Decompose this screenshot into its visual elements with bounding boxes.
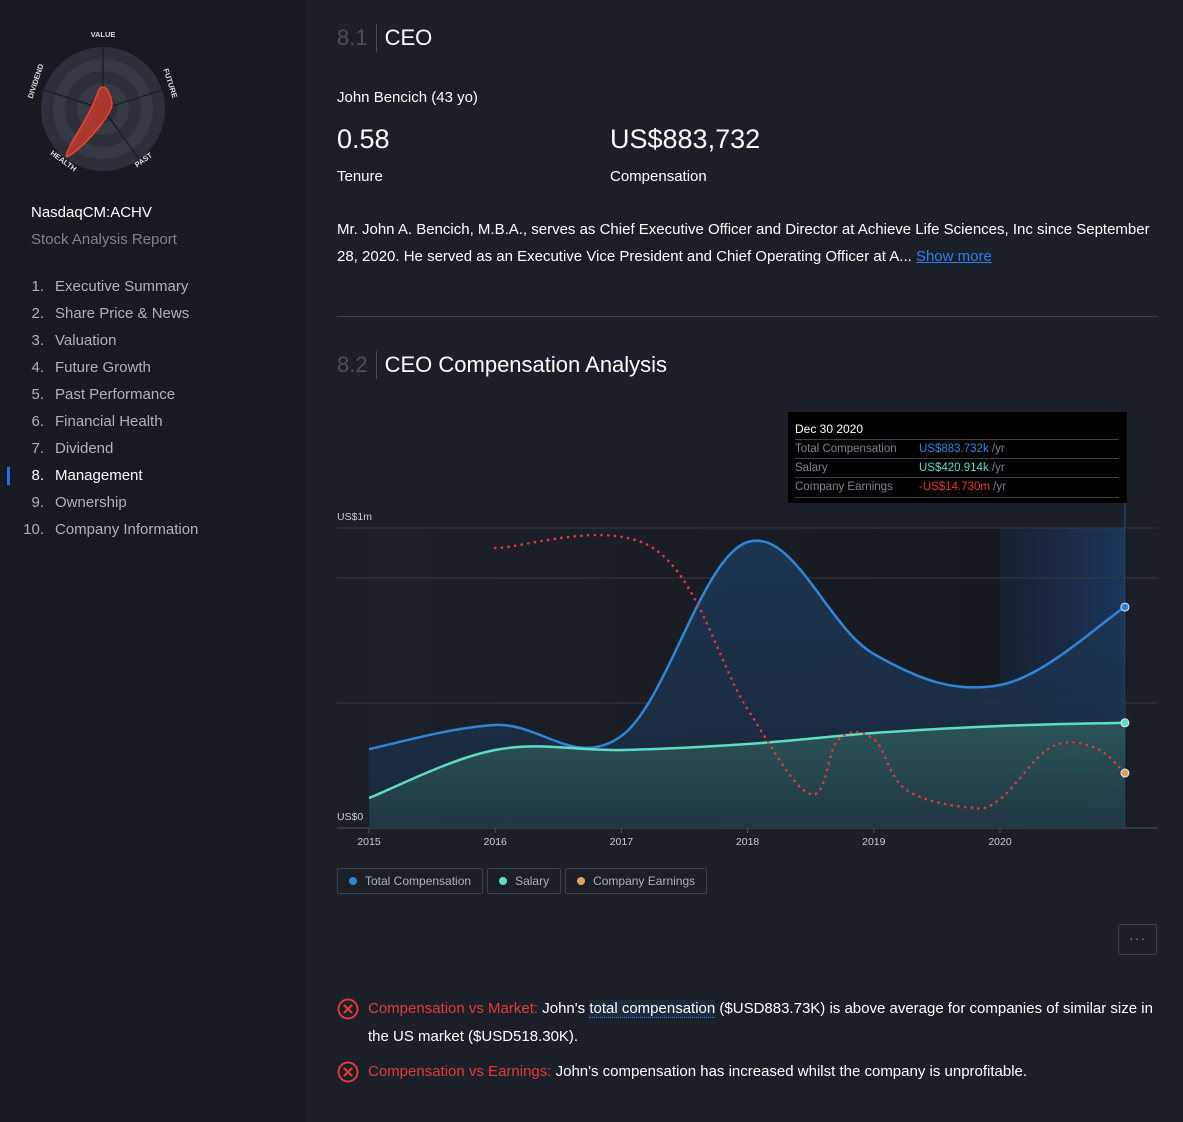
sidebar-item-management[interactable]: 8. Management <box>0 465 305 492</box>
risk-label: Compensation vs Market: <box>368 1000 539 1017</box>
comp-section-header: 8.2 CEO Compensation Analysis <box>337 351 667 379</box>
nav-label: Future Growth <box>55 359 151 376</box>
nav-label: Ownership <box>55 494 127 511</box>
nav-number: 2. <box>31 305 44 322</box>
ceo-name: John Bencich (43 yo) <box>337 89 478 106</box>
legend-dot-icon <box>577 877 586 885</box>
total-compensation-link[interactable]: total compensation <box>589 1000 716 1018</box>
company-earnings-marker <box>1120 768 1130 778</box>
nav-number: 1. <box>31 278 44 295</box>
nav-label: Management <box>55 467 143 484</box>
compensation-value: US$883,732 <box>610 124 761 154</box>
tenure-value: 0.58 <box>337 124 390 154</box>
nav-number: 9. <box>31 494 44 511</box>
nav-number: 7. <box>31 440 44 457</box>
salary-marker <box>1120 718 1130 728</box>
section-title: CEO <box>384 25 433 50</box>
sidebar-item-past-performance[interactable]: 5. Past Performance <box>0 384 305 411</box>
sidebar-item-company-information[interactable]: 10. Company Information <box>0 519 305 546</box>
sidebar-item-dividend[interactable]: 7. Dividend <box>0 438 305 465</box>
legend-company-earnings[interactable]: Company Earnings <box>565 868 708 894</box>
sidebar-item-executive-summary[interactable]: 1. Executive Summary <box>0 276 305 303</box>
snowflake-chart: VALUE FUTURE PAST HEALTH DIVIDEND <box>26 30 180 173</box>
y-tick-label: US$0 <box>337 811 363 823</box>
tooltip-value: US$883.732k <box>919 443 989 455</box>
show-more-link[interactable]: Show more <box>916 248 992 265</box>
tooltip-row-total-compensation: Total Compensation US$883.732k /yr <box>795 439 1119 459</box>
ceo-bio-text: Mr. John A. Bencich, M.B.A., serves as C… <box>337 221 1150 265</box>
sidebar-item-valuation[interactable]: 3. Valuation <box>0 330 305 357</box>
section-number: 8.2 <box>337 351 377 379</box>
ticker-symbol: NasdaqCM:ACHV <box>31 204 152 221</box>
nav-number: 6. <box>31 413 44 430</box>
nav-label: Executive Summary <box>55 278 189 295</box>
y-tick-label: US$1m <box>337 511 372 523</box>
risk-label: Compensation vs Earnings: <box>368 1063 552 1080</box>
x-tick-label: 2020 <box>988 836 1012 848</box>
section-title: CEO Compensation Analysis <box>384 352 668 377</box>
risk-compensation-vs-market: Compensation vs Market: John's total com… <box>337 995 1158 1051</box>
section-number: 8.1 <box>337 24 377 52</box>
tooltip-date: Dec 30 2020 <box>795 422 864 436</box>
snowflake-label-value: VALUE <box>91 30 116 39</box>
sidebar-item-future-growth[interactable]: 4. Future Growth <box>0 357 305 384</box>
nav-number: 10. <box>23 521 44 538</box>
ceo-section-header: 8.1 CEO <box>337 24 432 52</box>
x-tick-label: 2017 <box>610 836 634 848</box>
report-subtitle: Stock Analysis Report <box>31 231 177 248</box>
nav-number: 5. <box>31 386 44 403</box>
total-compensation-marker <box>1120 602 1130 612</box>
nav-label: Share Price & News <box>55 305 190 322</box>
legend-salary[interactable]: Salary <box>487 868 562 894</box>
nav-label: Company Information <box>55 521 199 538</box>
nav-label: Dividend <box>55 440 114 457</box>
sidebar-item-share-price-news[interactable]: 2. Share Price & News <box>0 303 305 330</box>
sidebar-item-financial-health[interactable]: 6. Financial Health <box>0 411 305 438</box>
tooltip-value: US$420.914k <box>919 462 989 474</box>
legend-dot-icon <box>499 877 508 885</box>
sidebar: VALUE FUTURE PAST HEALTH DIVIDEND Nasdaq… <box>0 0 305 1122</box>
tooltip-value: -US$14.730m <box>919 481 990 493</box>
x-tick-label: 2015 <box>357 836 381 848</box>
x-tick-label: 2019 <box>862 836 886 848</box>
snowflake-label-future: FUTURE <box>161 67 179 99</box>
nav-label: Financial Health <box>55 413 163 430</box>
tenure-label: Tenure <box>337 168 383 185</box>
nav-label: Valuation <box>55 332 117 349</box>
x-tick-label: 2018 <box>736 836 760 848</box>
x-circle-icon <box>337 1061 359 1083</box>
compensation-chart[interactable]: US$1m US$0 2015 2016 2017 2018 2019 2020 Dec 30… <box>337 400 1158 860</box>
legend-dot-icon <box>349 877 357 885</box>
nav-label: Past Performance <box>55 386 176 403</box>
section-divider <box>337 316 1158 317</box>
ceo-bio: Mr. John A. Bencich, M.B.A., serves as C… <box>337 216 1158 270</box>
sidebar-item-ownership[interactable]: 9. Ownership <box>0 492 305 519</box>
more-options-button[interactable]: ··· <box>1118 924 1157 955</box>
nav-number: 4. <box>31 359 44 376</box>
x-tick-label: 2016 <box>484 836 508 848</box>
snowflake-label-dividend: DIVIDEND <box>26 62 46 99</box>
compensation-label: Compensation <box>610 168 707 185</box>
nav-number: 3. <box>31 332 44 349</box>
risk-compensation-vs-earnings: Compensation vs Earnings: John's compens… <box>337 1058 1158 1086</box>
nav-number: 8. <box>31 467 44 484</box>
legend-total-compensation[interactable]: Total Compensation <box>337 868 484 894</box>
tooltip-row-company-earnings: Company Earnings -US$14.730m /yr <box>795 477 1119 498</box>
tooltip-row-salary: Salary US$420.914k /yr <box>795 458 1119 478</box>
chart-legend: Total Compensation Salary Company Earnin… <box>337 868 708 894</box>
sidebar-nav: 1. Executive Summary 2. Share Price & News 3… <box>0 276 305 546</box>
x-circle-icon <box>337 998 359 1020</box>
chart-tooltip: Dec 30 2020 Total Compensation US$883.73… <box>788 412 1127 503</box>
